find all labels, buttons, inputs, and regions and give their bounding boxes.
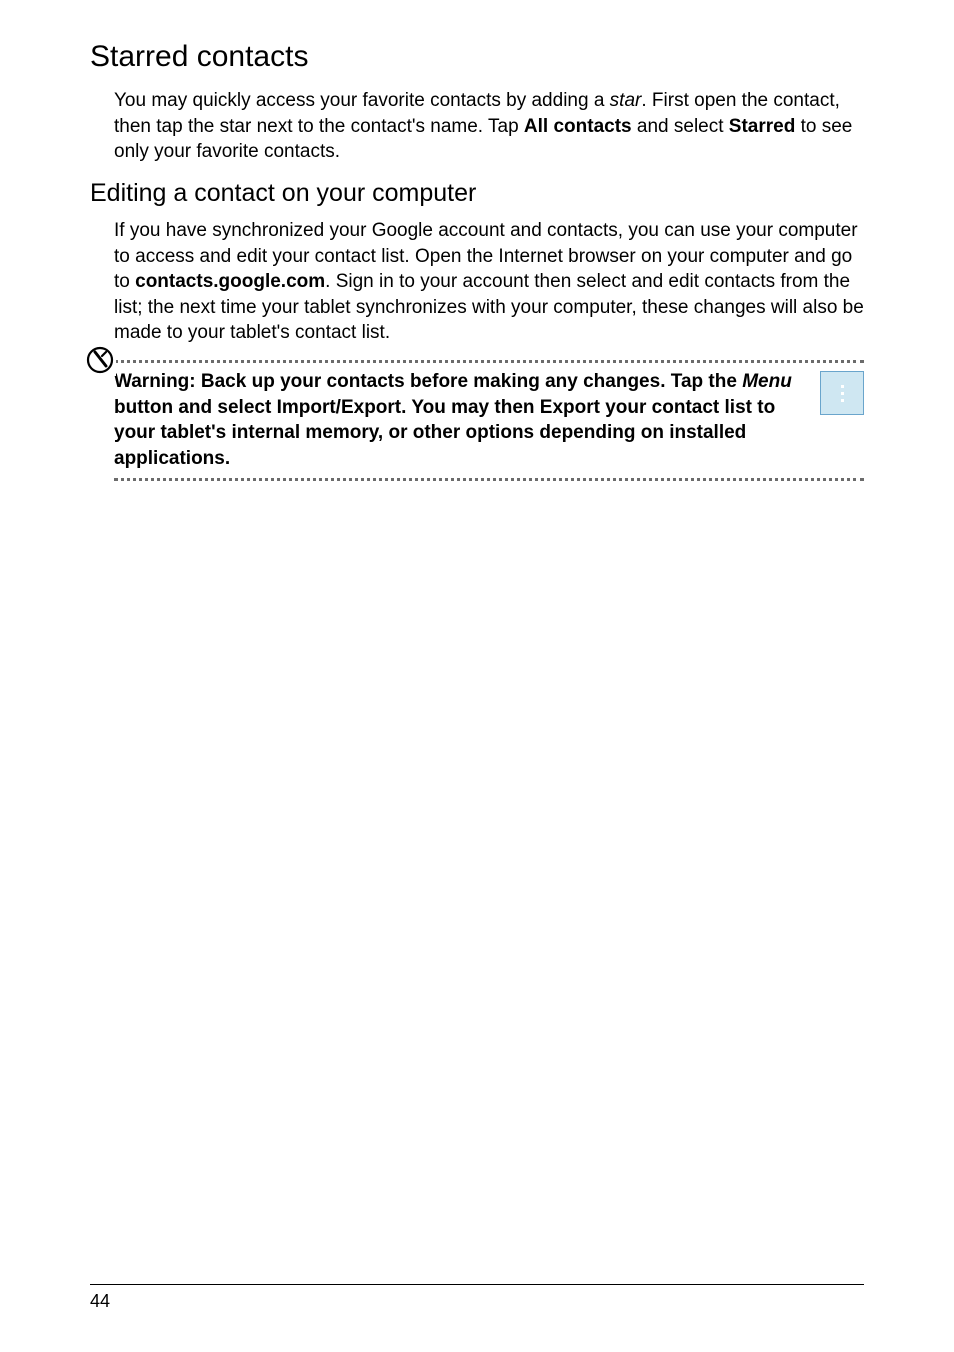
paragraph-starred: You may quickly access your favorite con… [114, 88, 864, 165]
text: and select [632, 116, 729, 137]
text-menu: Menu [742, 371, 792, 392]
menu-button-illustration [820, 371, 864, 415]
divider-bottom [114, 478, 864, 481]
overflow-menu-icon [841, 385, 844, 402]
text-all-contacts: All contacts [524, 116, 632, 137]
warning-block: Warning: Back up your contacts before ma… [90, 360, 864, 481]
text-starred-label: Starred [729, 116, 796, 137]
text: Warning: Back up your contacts before ma… [114, 371, 742, 392]
text-url: contacts.google.com [135, 271, 325, 292]
page: Starred contacts You may quickly access … [0, 0, 954, 1352]
divider-top [114, 360, 864, 363]
heading-starred-contacts: Starred contacts [90, 40, 864, 74]
text-star: star [610, 90, 642, 111]
heading-editing-contact: Editing a contact on your computer [90, 179, 864, 208]
page-footer: 44 [90, 1284, 864, 1312]
text: You may quickly access your favorite con… [114, 90, 610, 111]
page-number: 44 [90, 1291, 110, 1311]
text: button and select Import/Export. You may… [114, 397, 775, 469]
paragraph-editing: If you have synchronized your Google acc… [114, 218, 864, 346]
warning-text: Warning: Back up your contacts before ma… [114, 369, 804, 472]
warning-icon [84, 344, 116, 376]
